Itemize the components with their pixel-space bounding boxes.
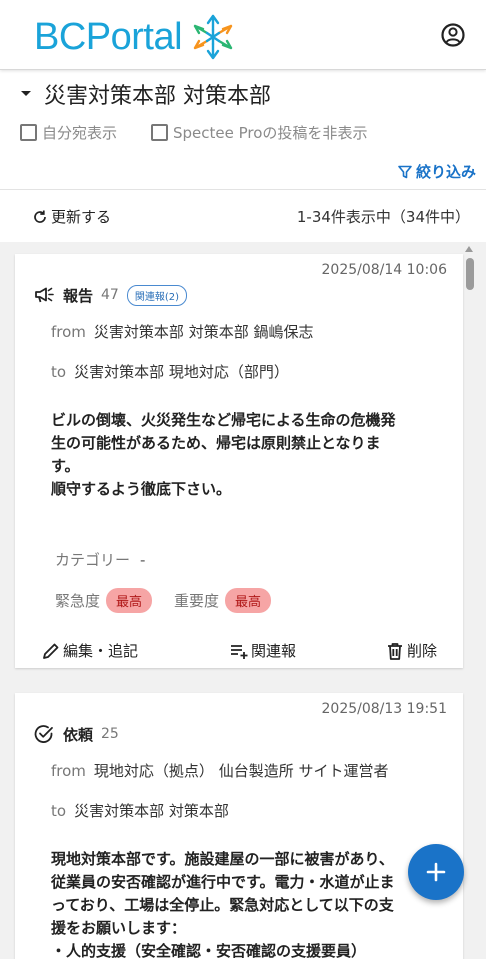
delete-label: 削除 bbox=[407, 642, 438, 660]
post-type: 報告 bbox=[63, 286, 94, 305]
refresh-icon bbox=[34, 210, 46, 223]
hide-spectee-label: Spectee Proの投稿を非表示 bbox=[173, 124, 368, 142]
megaphone-icon bbox=[35, 287, 54, 303]
refresh-label: 更新する bbox=[51, 208, 112, 226]
post-body-line: 現地対策本部です。施設建屋の一部に被害があり、 bbox=[51, 850, 394, 868]
post-actions: 編集・追記 関連報 削除 bbox=[15, 640, 463, 664]
narrow-filter-button[interactable]: 絞り込み bbox=[397, 161, 476, 182]
from-label: from bbox=[51, 762, 86, 780]
post-body-line: 順守するよう徹底下さい。 bbox=[51, 480, 232, 498]
to-label: to bbox=[51, 363, 67, 381]
post-body: 現地対策本部です。施設建屋の一部に被害があり、 従業員の安否確認が進行中です。電… bbox=[51, 848, 431, 959]
importance-badge: 最高 bbox=[225, 588, 272, 613]
from-value: 災害対策本部 対策本部 鍋嶋保志 bbox=[93, 323, 314, 341]
edit-button[interactable]: 編集・追記 bbox=[41, 640, 138, 661]
post-body-line: っており、工場は全停止。緊急対応として以下の支 bbox=[51, 896, 394, 914]
post-feed[interactable]: 2025/08/14 10:06 報告 47 関連報(2) from 災害対策本部… bbox=[0, 242, 486, 959]
edit-label: 編集・追記 bbox=[63, 642, 139, 660]
urgency-label: 緊急度 bbox=[55, 592, 101, 610]
post-count: 25 bbox=[101, 726, 119, 742]
post-from: from 災害対策本部 対策本部 鍋嶋保志 bbox=[51, 321, 313, 342]
post-card[interactable]: 2025/08/14 10:06 報告 47 関連報(2) from 災害対策本部… bbox=[15, 254, 463, 668]
scrollbar-thumb[interactable] bbox=[466, 258, 474, 290]
from-label: from bbox=[51, 323, 86, 341]
post-body-line: ・人的支援（安全確認・安否確認の支援要員） bbox=[51, 942, 367, 959]
post-category: カテゴリー - bbox=[55, 549, 145, 570]
logo-mark-icon bbox=[193, 14, 233, 60]
only-mine-label: 自分宛表示 bbox=[42, 124, 118, 142]
related-label: 関連報 bbox=[251, 642, 297, 660]
post-to: to 災害対策本部 現地対応（部門） bbox=[51, 361, 289, 382]
post-count: 47 bbox=[101, 287, 119, 303]
app-header: BCPortal bbox=[0, 0, 486, 70]
account-circle-icon[interactable] bbox=[440, 22, 466, 48]
related-button[interactable]: 関連報 bbox=[229, 640, 296, 661]
post-from: from 現地対応（拠点） 仙台製造所 サイト運営者 bbox=[51, 760, 388, 781]
plus-icon bbox=[426, 862, 446, 882]
post-card[interactable]: 2025/08/13 19:51 依頼 25 from 現地対応（拠点） 仙台製造… bbox=[15, 693, 463, 959]
delete-button[interactable]: 削除 bbox=[385, 640, 437, 661]
scroll-up-arrow[interactable] bbox=[465, 246, 473, 252]
from-value: 現地対応（拠点） 仙台製造所 サイト運営者 bbox=[93, 762, 389, 780]
post-body-line: す。 bbox=[51, 457, 80, 475]
post-body-line: 援をお願いします： bbox=[51, 919, 187, 937]
only-mine-checkbox[interactable]: 自分宛表示 bbox=[20, 122, 117, 143]
list-toolbar: 更新する 1-34件表示中（34件中） bbox=[0, 190, 486, 242]
hide-spectee-checkbox[interactable]: Spectee Proの投稿を非表示 bbox=[151, 122, 367, 143]
post-priority: 緊急度 最高 重要度 最高 bbox=[55, 588, 272, 613]
to-value: 災害対策本部 現地対応（部門） bbox=[74, 363, 289, 381]
page-title: 災害対策本部 対策本部 bbox=[44, 84, 271, 109]
org-selector[interactable]: 災害対策本部 対策本部 bbox=[18, 78, 271, 110]
category-value: - bbox=[140, 551, 146, 569]
to-value: 災害対策本部 対策本部 bbox=[74, 802, 229, 820]
trash-icon bbox=[388, 642, 402, 660]
post-to: to 災害対策本部 対策本部 bbox=[51, 800, 229, 821]
to-label: to bbox=[51, 802, 67, 820]
logo-text: BCPortal bbox=[34, 16, 183, 58]
post-body-line: 従業員の安否確認が進行中です。電力・水道が止ま bbox=[51, 873, 395, 891]
post-type-row: 依頼 25 bbox=[33, 723, 119, 745]
checkbox-box[interactable] bbox=[151, 124, 169, 141]
caret-down-icon bbox=[21, 91, 31, 96]
post-date: 2025/08/13 19:51 bbox=[321, 701, 448, 717]
category-label: カテゴリー bbox=[55, 551, 131, 569]
bcportal-logo[interactable]: BCPortal bbox=[34, 14, 236, 60]
playlist-add-icon bbox=[231, 644, 248, 659]
post-body-line: 生の可能性があるため、帰宅は原則禁止となりま bbox=[51, 434, 381, 452]
urgency-badge: 最高 bbox=[106, 588, 153, 613]
post-body-line: ビルの倒壊、火災発生など帰宅による生命の危機発 bbox=[51, 411, 396, 429]
narrow-filter-label: 絞り込み bbox=[415, 163, 476, 181]
create-post-button[interactable] bbox=[408, 844, 464, 900]
post-type-row: 報告 47 関連報(2) bbox=[33, 284, 188, 306]
refresh-button[interactable]: 更新する bbox=[32, 206, 111, 227]
post-date: 2025/08/14 10:06 bbox=[321, 262, 448, 278]
related-badge[interactable]: 関連報(2) bbox=[126, 284, 188, 306]
post-body: ビルの倒壊、火災発生など帰宅による生命の危機発 生の可能性があるため、帰宅は原則… bbox=[51, 409, 431, 501]
check-circle-icon bbox=[34, 725, 53, 743]
post-type: 依頼 bbox=[63, 725, 94, 744]
filter-options: 自分宛表示 Spectee Proの投稿を非表示 bbox=[20, 122, 367, 143]
checkbox-box[interactable] bbox=[20, 124, 37, 141]
importance-label: 重要度 bbox=[174, 592, 220, 610]
pencil-icon bbox=[43, 643, 59, 659]
result-count: 1-34件表示中（34件中） bbox=[296, 208, 470, 226]
filter-funnel-icon bbox=[398, 165, 412, 178]
